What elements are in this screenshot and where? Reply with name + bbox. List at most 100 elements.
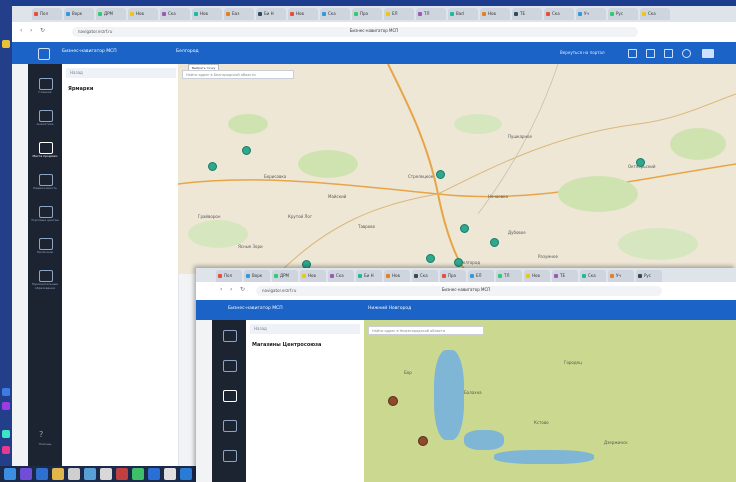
taskbar-app-icon[interactable] xyxy=(84,468,96,480)
sidebar-item[interactable] xyxy=(212,328,246,350)
browser-tab[interactable]: Уч xyxy=(576,8,606,20)
browser-tab[interactable]: Ска xyxy=(580,270,606,282)
sidebar-item[interactable]: Муниципальные образования xyxy=(28,268,62,290)
taskbar-app-icon[interactable] xyxy=(132,468,144,480)
browser-tab[interactable]: Ворк xyxy=(64,8,94,20)
desktop-icon[interactable] xyxy=(2,402,10,410)
browser-tab[interactable]: Ска xyxy=(412,270,438,282)
browser-tab[interactable]: Пра xyxy=(440,270,466,282)
map-marker[interactable] xyxy=(388,396,398,406)
browser-tab[interactable]: Нов xyxy=(480,8,510,20)
browser-tab[interactable]: Рус xyxy=(636,270,662,282)
region-selector[interactable]: Нижний Новгород xyxy=(368,306,411,311)
map-marker[interactable] xyxy=(242,146,251,155)
browser-tab[interactable]: Баз xyxy=(224,8,254,20)
map-marker[interactable] xyxy=(460,224,469,233)
back-to-portal-link[interactable]: Вернуться на портал xyxy=(560,50,605,55)
browser-tab[interactable]: ДРМ xyxy=(272,270,298,282)
browser-tab[interactable]: Ска xyxy=(160,8,190,20)
map-place-label: Стрелецкое xyxy=(408,174,434,179)
sidebar-item[interactable]: Аналитика xyxy=(28,108,62,130)
browser-tab[interactable]: ЕЛ xyxy=(468,270,494,282)
map-marker[interactable] xyxy=(454,258,463,267)
map-marker[interactable] xyxy=(490,238,499,247)
desktop-icon[interactable] xyxy=(2,430,10,438)
sidebar-item[interactable] xyxy=(212,418,246,440)
taskbar-app-icon[interactable] xyxy=(116,468,128,480)
sidebar-item[interactable] xyxy=(212,448,246,470)
phone-icon[interactable] xyxy=(628,49,637,58)
breadcrumb[interactable]: Назад xyxy=(250,324,360,334)
browser-tab[interactable]: Bad xyxy=(448,8,478,20)
browser-tab[interactable]: ТЛ xyxy=(416,8,446,20)
sidebar-item-icon xyxy=(39,270,53,282)
map-marker[interactable] xyxy=(426,254,435,263)
tab-favicon-icon xyxy=(582,274,586,278)
browser-tab[interactable]: Пра xyxy=(352,8,382,20)
browser-tab[interactable]: Пол xyxy=(32,8,62,20)
breadcrumb[interactable]: Назад xyxy=(66,68,176,78)
browser-tab[interactable]: Ворк xyxy=(244,270,270,282)
start-button[interactable] xyxy=(4,468,16,480)
sidebar-item[interactable]: Главная xyxy=(28,76,62,98)
browser-tab[interactable]: Ска xyxy=(544,8,574,20)
map[interactable]: Выбрать точку Найти адрес в Белгородской… xyxy=(178,64,736,274)
browser-tab[interactable]: Рус xyxy=(608,8,638,20)
taskbar-app-icon[interactable] xyxy=(36,468,48,480)
browser-tab[interactable]: Уч xyxy=(608,270,634,282)
browser-tab[interactable]: Ска xyxy=(640,8,670,20)
map-marker[interactable] xyxy=(636,158,645,167)
desktop-icon[interactable] xyxy=(2,446,10,454)
sidebar-item[interactable] xyxy=(212,388,246,410)
browser-tab[interactable]: Ска xyxy=(320,8,350,20)
sidebar-item[interactable]: Промзоны xyxy=(28,236,62,258)
info-icon[interactable] xyxy=(682,49,691,58)
browser-tab[interactable]: ТЛ xyxy=(496,270,522,282)
address-search-input[interactable]: Найти адрес в Белгородской области xyxy=(182,70,294,79)
taskbar-app-icon[interactable] xyxy=(100,468,112,480)
taskbar-app-icon[interactable] xyxy=(52,468,64,480)
sidebar-item-label: Главная xyxy=(38,90,52,94)
browser-tab[interactable]: Нов xyxy=(300,270,326,282)
browser-tab[interactable]: Нов xyxy=(128,8,158,20)
map-marker[interactable] xyxy=(208,162,217,171)
address-search-input[interactable]: Найти адрес в Нижегородской области xyxy=(368,326,484,335)
taskbar-app-icon[interactable] xyxy=(180,468,192,480)
map-marker[interactable] xyxy=(418,436,428,446)
tab-favicon-icon xyxy=(194,12,198,16)
sidebar-item[interactable]: Торговые центры xyxy=(28,204,62,226)
browser-tab[interactable]: ЕЛ xyxy=(384,8,414,20)
sidebar-item[interactable]: Места продажи xyxy=(28,140,62,162)
browser-tab[interactable]: ТЕ xyxy=(512,8,542,20)
taskbar-app-icon[interactable] xyxy=(20,468,32,480)
taskbar-app-icon[interactable] xyxy=(148,468,160,480)
help-icon: ? xyxy=(39,430,44,439)
sidebar-item[interactable]: Недвижимость xyxy=(28,172,62,194)
map-marker[interactable] xyxy=(436,170,445,179)
browser-tab[interactable]: Нов xyxy=(288,8,318,20)
browser-tab[interactable]: Нов xyxy=(524,270,550,282)
browser-tab[interactable]: ТЕ xyxy=(552,270,578,282)
tab-label: Уч xyxy=(584,11,589,16)
sidebar-item-label: Аналитика xyxy=(36,122,54,126)
browser-tab[interactable]: Пол xyxy=(216,270,242,282)
browser-tab[interactable]: Би Н xyxy=(256,8,286,20)
grid-icon[interactable] xyxy=(646,49,655,58)
browser-tab[interactable]: ДРМ xyxy=(96,8,126,20)
browser-tab[interactable]: Нов xyxy=(192,8,222,20)
taskbar-app-icon[interactable] xyxy=(68,468,80,480)
browser-tab[interactable]: Ска xyxy=(328,270,354,282)
browser-tab[interactable]: Би Н xyxy=(356,270,382,282)
tab-favicon-icon xyxy=(66,12,70,16)
language-icon[interactable] xyxy=(702,49,714,58)
desktop-icon[interactable] xyxy=(2,388,10,396)
map-place-label: Нечаевка xyxy=(488,194,508,199)
browser-tab[interactable]: Нов xyxy=(384,270,410,282)
copy-icon[interactable] xyxy=(664,49,673,58)
desktop-icon[interactable] xyxy=(2,40,10,48)
map[interactable]: Найти адрес в Нижегородской области Бор К… xyxy=(364,320,736,482)
sidebar-item[interactable] xyxy=(212,358,246,380)
help-item[interactable]: ? Помощь xyxy=(28,428,62,450)
region-selector[interactable]: Белгород xyxy=(176,49,199,54)
taskbar-app-icon[interactable] xyxy=(164,468,176,480)
